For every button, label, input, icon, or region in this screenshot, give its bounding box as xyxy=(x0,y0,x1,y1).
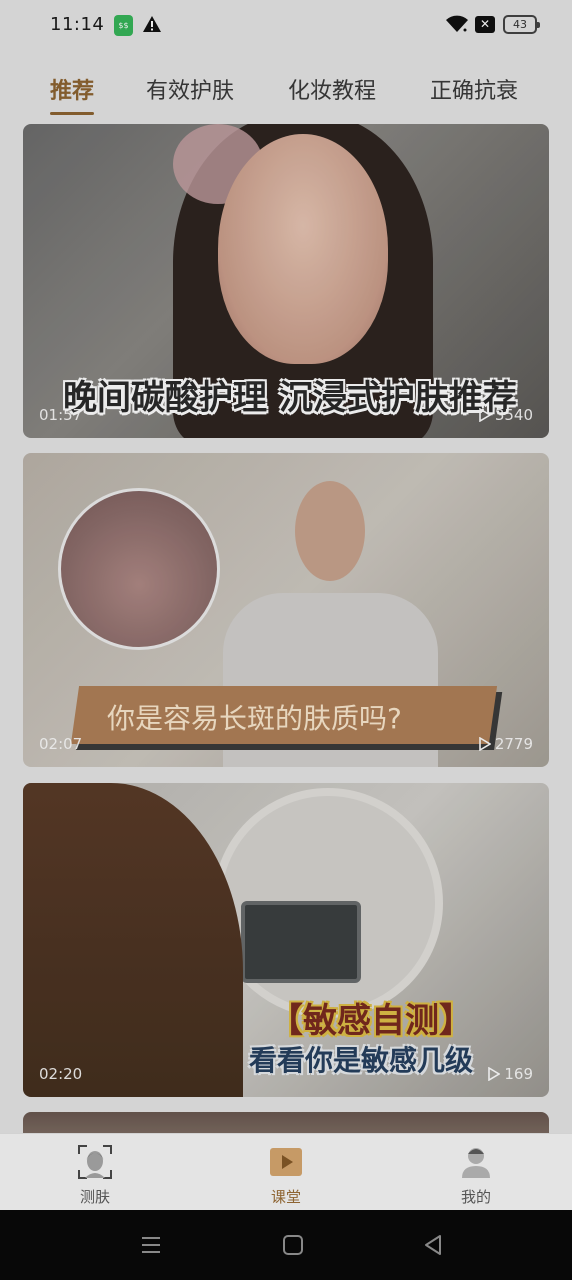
tab-makeup-tutorial[interactable]: 化妆教程 xyxy=(288,73,376,105)
video-caption-sub: 看看你是敏感几级 xyxy=(249,1044,474,1077)
status-time: 11:14 xyxy=(50,14,105,35)
thumbnail-art xyxy=(58,488,220,650)
wifi-icon xyxy=(445,14,469,38)
video-card[interactable]: 晚间碳酸护理 沉浸式护肤推荐 01:57 3540 xyxy=(23,124,549,438)
view-count: 2779 xyxy=(494,735,533,753)
view-count: 169 xyxy=(504,1065,533,1083)
video-duration: 02:07 xyxy=(39,735,83,753)
play-count-icon xyxy=(479,408,491,422)
nav-skin-test[interactable]: 测肤 xyxy=(55,1142,135,1207)
thumbnail-art xyxy=(241,901,361,983)
tab-anti-aging[interactable]: 正确抗衰 xyxy=(430,73,518,105)
thumbnail-art xyxy=(23,783,243,1097)
tab-recommend[interactable]: 推荐 xyxy=(50,73,94,105)
view-count: 3540 xyxy=(494,406,533,424)
sim-icon: $$ xyxy=(114,15,133,36)
video-views: 3540 xyxy=(479,406,533,424)
nav-label: 课堂 xyxy=(270,1188,301,1206)
home-icon[interactable] xyxy=(282,1234,304,1256)
video-caption: 【敏感自测】 xyxy=(269,1001,473,1041)
nav-classroom[interactable]: 课堂 xyxy=(246,1142,326,1207)
battery-icon: 43 xyxy=(503,15,540,34)
video-card[interactable]: 你是容易长斑的肤质吗? 02:07 2779 xyxy=(23,453,549,767)
status-bar: 11:14 $$ ✕ 43 xyxy=(0,0,572,52)
back-icon[interactable] xyxy=(422,1234,444,1256)
video-caption: 晚间碳酸护理 沉浸式护肤推荐 xyxy=(63,378,517,418)
play-count-icon xyxy=(479,737,491,751)
nav-label: 我的 xyxy=(460,1188,491,1206)
menu-icon[interactable] xyxy=(140,1234,162,1256)
play-video-icon xyxy=(270,1148,302,1176)
play-count-icon xyxy=(488,1067,501,1081)
nav-label: 测肤 xyxy=(79,1188,110,1206)
thumbnail-art xyxy=(295,481,365,581)
category-tabs: 推荐 有效护肤 化妆教程 正确抗衰 xyxy=(0,70,572,120)
active-tab-indicator xyxy=(50,112,94,115)
nav-mine[interactable]: 我的 xyxy=(436,1142,516,1207)
no-signal-icon: ✕ xyxy=(475,16,495,33)
video-views: 2779 xyxy=(479,735,533,753)
video-caption: 你是容易长斑的肤质吗? xyxy=(107,702,402,735)
video-duration: 01:57 xyxy=(39,406,83,424)
video-duration: 02:20 xyxy=(39,1065,83,1083)
video-views: 169 xyxy=(488,1065,533,1083)
face-scan-icon xyxy=(78,1145,112,1179)
warning-icon xyxy=(142,15,162,37)
system-nav-bar xyxy=(0,1210,572,1280)
thumbnail-art xyxy=(218,134,388,364)
tab-effective-skincare[interactable]: 有效护肤 xyxy=(146,73,234,105)
profile-icon xyxy=(462,1148,490,1178)
video-card[interactable]: 【敏感自测】 看看你是敏感几级 02:20 169 xyxy=(23,783,549,1097)
bottom-nav: 测肤 课堂 我的 xyxy=(0,1133,572,1210)
